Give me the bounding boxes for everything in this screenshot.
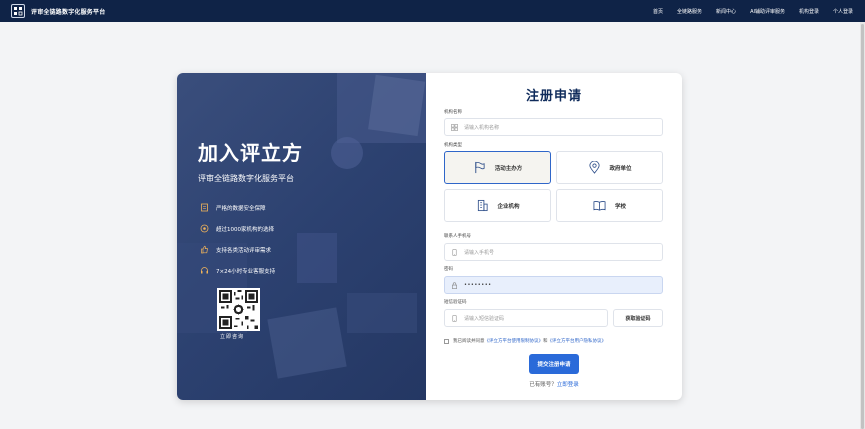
- org-type-government[interactable]: 政府单位: [556, 151, 663, 184]
- register-card: 加入评立方 评审全链路数字化服务平台 严格的数据安全保障 超过1000家机构的选…: [177, 73, 682, 400]
- brand[interactable]: 评审全链路数字化服务平台: [11, 4, 105, 18]
- org-type-school[interactable]: 学校: [556, 189, 663, 222]
- form-title: 注册申请: [525, 89, 582, 104]
- org-type-label-text: 政府单位: [609, 165, 632, 172]
- org-type-label-text: 学校: [614, 203, 626, 210]
- nav-org-login[interactable]: 机构登录: [799, 8, 819, 15]
- logo-icon: [11, 4, 25, 18]
- qr-label: 立即咨询: [220, 334, 245, 340]
- sms-code-input[interactable]: 请输入短信验证码: [444, 309, 608, 327]
- org-type-label: 机构类型: [444, 143, 462, 148]
- feature-item: 支持各类活动评审需求: [200, 245, 271, 254]
- page-scrollbar[interactable]: [860, 22, 865, 429]
- agree-prefix: 我已阅读并同意: [453, 339, 485, 344]
- flag-icon: [473, 161, 487, 175]
- agree-checkbox[interactable]: [444, 338, 449, 344]
- feature-text: 超过1000家机构的选择: [216, 226, 274, 233]
- sms-placeholder: 请输入短信验证码: [464, 315, 505, 322]
- main-nav: 首页 全链路服务 新闻中心 AI辅助评审服务 机构登录 个人登录: [639, 0, 853, 22]
- privacy-agreement-link[interactable]: 《评立方平台用户隐私协议》: [548, 338, 607, 344]
- sms-label: 短信验证码: [444, 300, 467, 305]
- org-name-input[interactable]: 请输入机构名称: [444, 118, 663, 136]
- phone-input[interactable]: 请输入手机号: [444, 243, 663, 261]
- org-type-enterprise[interactable]: 企业机构: [444, 189, 551, 222]
- nav-personal-login[interactable]: 个人登录: [833, 8, 853, 15]
- login-link[interactable]: 立即登录: [557, 382, 579, 388]
- scrollbar-thumb[interactable]: [861, 24, 864, 429]
- usage-agreement-link[interactable]: 《评立方平台使用限制协议》: [485, 338, 544, 344]
- nav-home[interactable]: 首页: [653, 8, 663, 15]
- feature-text: 7×24小时专业客服支持: [216, 268, 276, 275]
- feature-text: 支持各类活动评审需求: [216, 247, 272, 254]
- lock-icon: [450, 281, 458, 289]
- promo-title: 加入评立方: [198, 141, 303, 165]
- nav-news-center[interactable]: 新闻中心: [716, 8, 736, 15]
- phone-icon: [450, 314, 458, 322]
- password-value: ••••••••: [464, 282, 492, 288]
- phone-placeholder: 请输入手机号: [464, 249, 495, 256]
- book-icon: [593, 199, 607, 213]
- agreement-row: 我已阅读并同意 《评立方平台使用限制协议》 和 《评立方平台用户隐私协议》: [444, 338, 606, 344]
- submit-button[interactable]: 提交注册申请: [529, 354, 579, 374]
- login-row: 已有账号？立即登录: [426, 380, 682, 388]
- grid-icon: [450, 123, 458, 131]
- org-type-organizer[interactable]: 活动主办方: [444, 151, 551, 184]
- org-name-label: 机构名称: [444, 110, 462, 115]
- promo-subtitle: 评审全链路数字化服务平台: [198, 174, 294, 183]
- thumbs-up-icon: [200, 245, 209, 254]
- feature-text: 严格的数据安全保障: [216, 205, 266, 212]
- phone-icon: [450, 248, 458, 256]
- feature-item: 严格的数据安全保障: [200, 203, 266, 212]
- target-icon: [200, 224, 209, 233]
- org-name-placeholder: 请输入机构名称: [464, 124, 500, 131]
- register-form: 注册申请 机构名称 请输入机构名称 机构类型 活动主办方 政府单位 企业机构 学…: [426, 73, 682, 400]
- document-icon: [200, 203, 209, 212]
- qr-code: [217, 288, 260, 331]
- password-input[interactable]: ••••••••: [444, 276, 663, 294]
- get-sms-code-button[interactable]: 获取验证码: [613, 309, 663, 327]
- login-prefix: 已有账号？: [529, 382, 557, 388]
- nav-full-chain-service[interactable]: 全链路服务: [677, 8, 702, 15]
- org-type-label-text: 活动主办方: [494, 165, 523, 172]
- feature-item: 超过1000家机构的选择: [200, 224, 274, 233]
- nav-ai-review-service[interactable]: AI辅助评审服务: [750, 8, 785, 15]
- password-label: 密码: [444, 267, 453, 272]
- org-type-label-text: 企业机构: [497, 203, 520, 210]
- promo-panel: 加入评立方 评审全链路数字化服务平台 严格的数据安全保障 超过1000家机构的选…: [177, 73, 426, 400]
- top-nav-bar: 评审全链路数字化服务平台 首页 全链路服务 新闻中心 AI辅助评审服务 机构登录…: [0, 0, 865, 22]
- brand-name: 评审全链路数字化服务平台: [31, 8, 106, 16]
- feature-item: 7×24小时专业客服支持: [200, 266, 275, 275]
- location-pin-icon: [587, 161, 601, 175]
- building-icon: [475, 199, 489, 213]
- phone-label: 联系人手机号: [444, 234, 471, 239]
- headset-icon: [200, 266, 209, 275]
- background-image: [177, 73, 426, 379]
